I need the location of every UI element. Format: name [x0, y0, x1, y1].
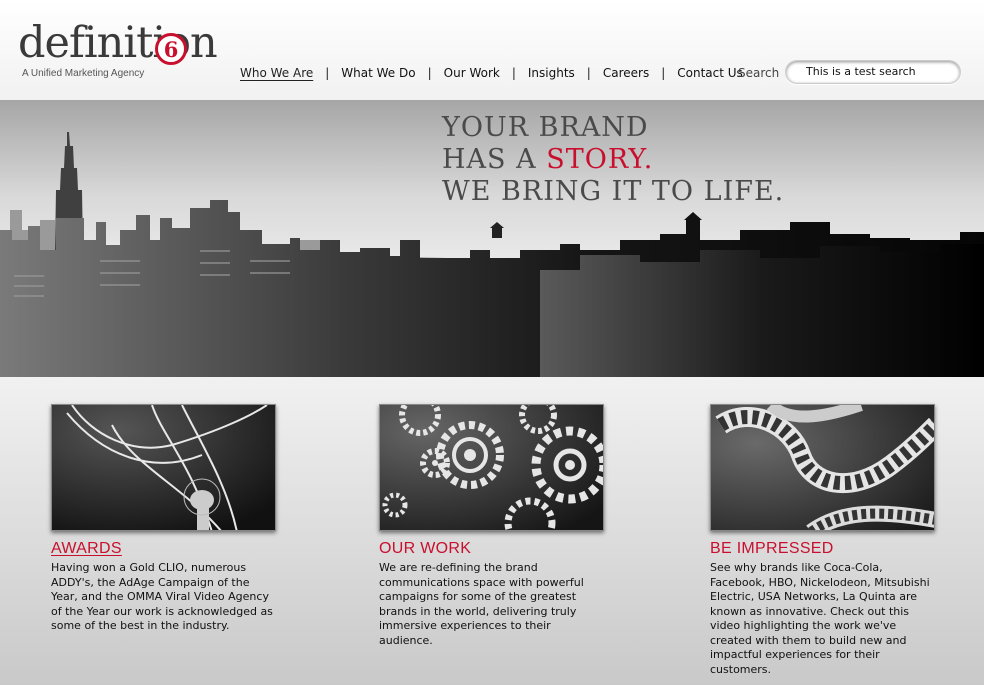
our-work-title[interactable]: OUR WORK	[379, 540, 607, 558]
be-impressed-text: See why brands like Coca-Cola, Facebook,…	[710, 561, 930, 676]
nav-what-we-do[interactable]: What We Do	[341, 66, 415, 80]
trophy-statue-icon	[52, 405, 275, 530]
nav-contact-us[interactable]: Contact Us	[677, 66, 743, 80]
search-label: Search	[738, 66, 780, 80]
nav-insights[interactable]: Insights	[528, 66, 575, 80]
hero-tagline: YOUR BRAND HAS A STORY. WE BRING IT TO L…	[442, 112, 784, 208]
awards-image[interactable]	[51, 404, 276, 531]
our-work-section: OUR WORK We are re-defining the brand co…	[379, 404, 607, 648]
nav-who-we-are[interactable]: Who We Are	[240, 66, 313, 80]
search-input[interactable]	[785, 60, 961, 84]
content-area: AWARDS Having won a Gold CLIO, numerous …	[0, 377, 984, 685]
main-nav: Who We Are | What We Do | Our Work | Ins…	[240, 66, 743, 80]
hero-story-highlight: STORY.	[546, 144, 654, 175]
logo-six-mark: 6	[155, 33, 187, 65]
our-work-text: We are re-defining the brand communicati…	[379, 561, 584, 647]
nav-our-work[interactable]: Our Work	[444, 66, 500, 80]
nav-separator: |	[511, 66, 516, 80]
be-impressed-title[interactable]: BE IMPRESSED	[710, 540, 938, 558]
be-impressed-section: BE IMPRESSED See why brands like Coca-Co…	[710, 404, 938, 677]
hero-line-1: YOUR BRAND	[442, 112, 649, 143]
nav-careers[interactable]: Careers	[603, 66, 649, 80]
nav-separator: |	[586, 66, 591, 80]
gears-icon	[380, 405, 603, 530]
film-reel-icon	[711, 405, 934, 530]
hero-banner: YOUR BRAND HAS A STORY. WE BRING IT TO L…	[0, 100, 984, 377]
hero-line-3: WE BRING IT TO LIFE.	[442, 176, 785, 207]
nav-separator: |	[427, 66, 432, 80]
our-work-image[interactable]	[379, 404, 604, 531]
awards-section: AWARDS Having won a Gold CLIO, numerous …	[51, 404, 279, 634]
nav-separator: |	[661, 66, 666, 80]
awards-text: Having won a Gold CLIO, numerous ADDY's,…	[51, 561, 273, 632]
site-header: definition 6 A Unified Marketing Agency …	[0, 0, 984, 100]
logo-tagline: A Unified Marketing Agency	[22, 68, 145, 79]
awards-title[interactable]: AWARDS	[51, 540, 279, 558]
nav-separator: |	[325, 66, 330, 80]
be-impressed-image[interactable]	[710, 404, 935, 531]
hero-line-2: HAS A	[442, 144, 547, 175]
logo-wordmark: definition	[18, 18, 218, 68]
